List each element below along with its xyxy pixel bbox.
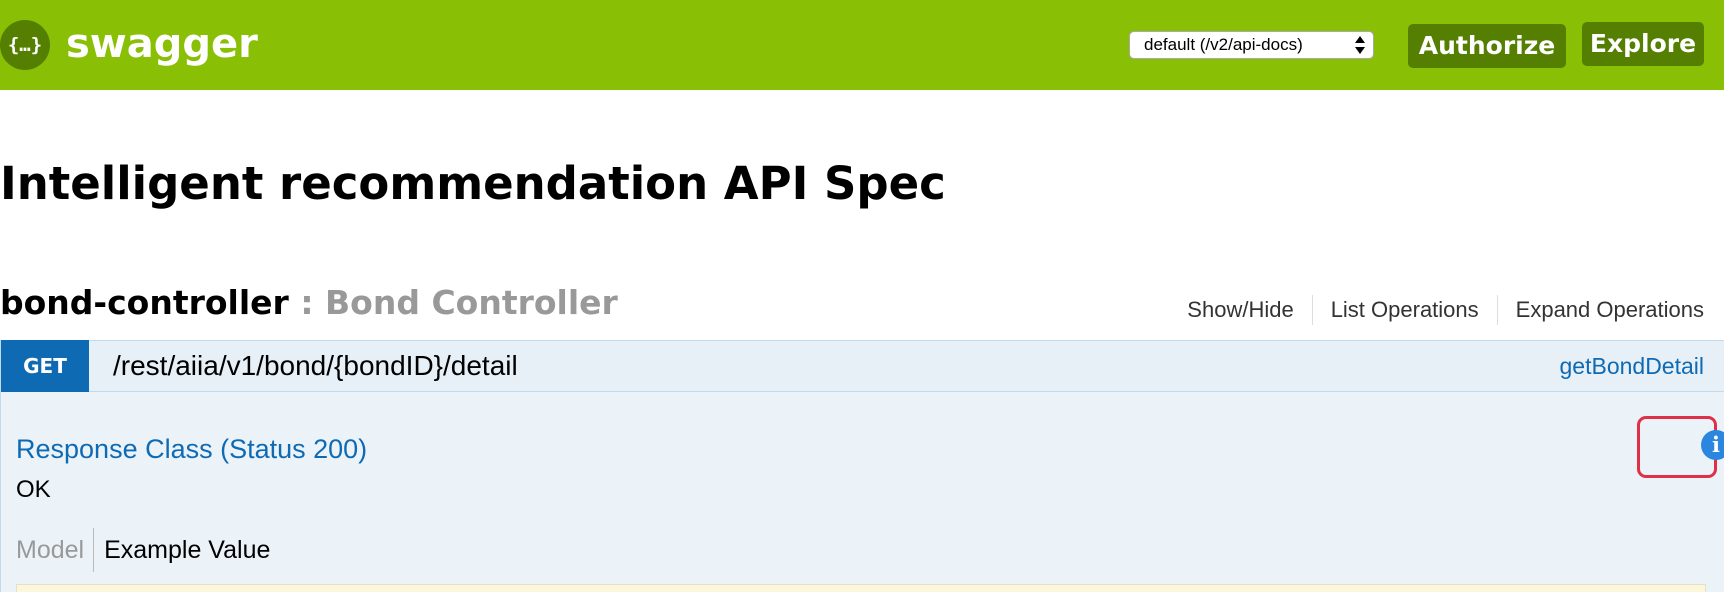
example-value-panel[interactable] <box>16 584 1706 592</box>
response-class-title: Response Class (Status 200) <box>16 434 368 464</box>
top-bar: {…} swagger default (/v2/api-docs) Autho… <box>0 0 1724 90</box>
controller-heading[interactable]: bond-controller : Bond Controller <box>0 280 618 326</box>
tab-example-value[interactable]: Example Value <box>94 528 279 572</box>
model-tabs: Model Example Value <box>16 528 279 572</box>
expand-operations-link[interactable]: Expand Operations <box>1496 295 1704 325</box>
operation-details: Response Class (Status 200) OK Model Exa… <box>0 392 1724 592</box>
list-operations-link[interactable]: List Operations <box>1311 295 1497 325</box>
operation-nickname[interactable]: getBondDetail <box>1560 341 1705 391</box>
http-method-badge[interactable]: GET <box>1 340 89 392</box>
select-arrows-icon <box>1355 36 1365 56</box>
logo-text[interactable]: swagger <box>66 16 258 72</box>
operation-path[interactable]: /rest/aiia/v1/bond/{bondID}/detail <box>113 341 518 391</box>
controller-description: : Bond Controller <box>288 283 618 322</box>
explore-button[interactable]: Explore <box>1582 22 1704 66</box>
spec-selector[interactable]: default (/v2/api-docs) <box>1129 31 1374 59</box>
logo-glyph: {…} <box>7 34 43 56</box>
spec-selector-value: default (/v2/api-docs) <box>1144 35 1303 54</box>
info-icon[interactable]: i <box>1701 430 1724 460</box>
response-status: OK <box>16 476 51 503</box>
tab-model[interactable]: Model <box>16 528 95 572</box>
page-title: Intelligent recommendation API Spec <box>0 157 946 210</box>
controller-actions: Show/Hide List Operations Expand Operati… <box>1169 292 1704 328</box>
authorize-button[interactable]: Authorize <box>1408 24 1566 68</box>
controller-name[interactable]: bond-controller <box>0 283 289 322</box>
operation-header[interactable]: GET /rest/aiia/v1/bond/{bondID}/detail g… <box>0 340 1724 392</box>
swagger-logo-icon[interactable]: {…} <box>0 20 50 70</box>
show-hide-link[interactable]: Show/Hide <box>1169 295 1311 325</box>
